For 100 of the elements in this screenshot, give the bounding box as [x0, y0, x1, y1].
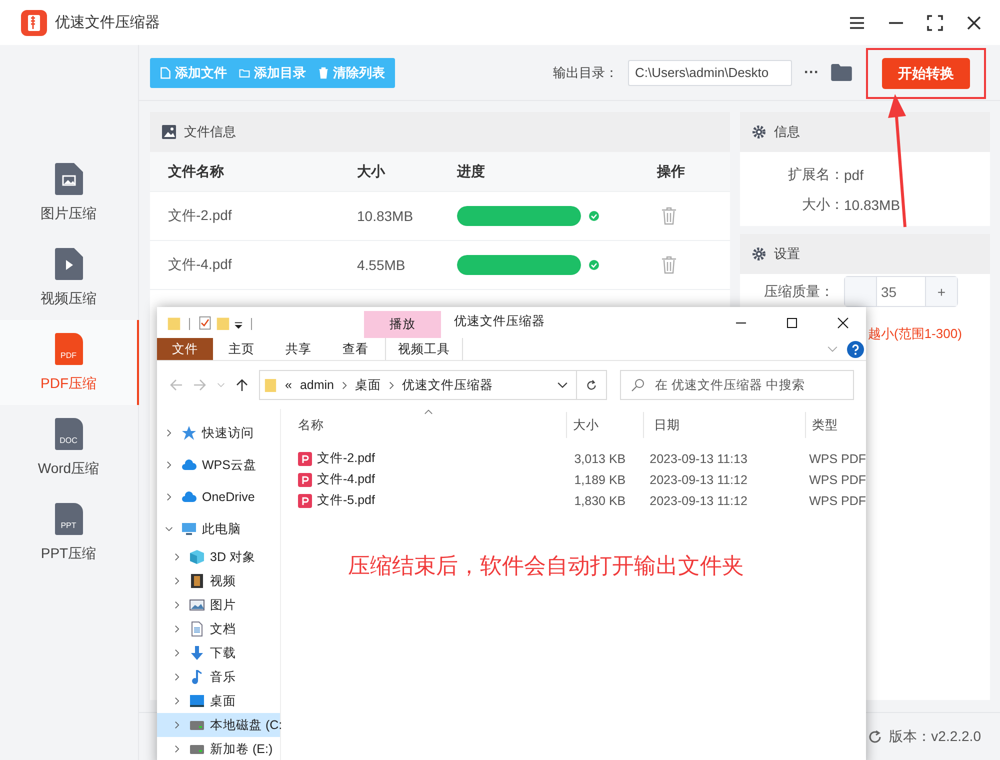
expander-icon[interactable] [165, 429, 173, 437]
expander-icon[interactable] [173, 553, 181, 561]
more-button[interactable]: ··· [798, 63, 825, 82]
maximize-icon[interactable] [786, 317, 798, 329]
video-file-icon [54, 248, 82, 280]
field-label: 扩展名： [787, 166, 844, 184]
refresh-icon[interactable] [867, 728, 884, 744]
document-icon: PDF [54, 332, 82, 364]
ribbon-tab[interactable]: 文件 [157, 338, 213, 360]
sidebar-label: Word压缩 [38, 460, 100, 478]
chevron-down-icon[interactable] [827, 346, 838, 352]
ribbon-tab[interactable]: 视频工具 [385, 338, 463, 360]
ribbon-tab[interactable]: 查看 [327, 338, 384, 360]
sidebar-label: 视频压缩 [40, 290, 96, 308]
annotation-text: 压缩结束后，软件会自动打开输出文件夹 [348, 552, 745, 580]
up-arrow-icon[interactable] [235, 378, 249, 392]
nav-item[interactable]: 文档 [157, 617, 280, 641]
sidebar-label: PDF压缩 [40, 374, 96, 392]
image-file-icon [54, 162, 82, 194]
sidebar-item[interactable]: 视频压缩 [0, 235, 139, 320]
column-header[interactable]: 日期 [644, 412, 806, 438]
file-type: WPS PDF [808, 494, 866, 508]
refresh-icon [585, 378, 598, 392]
nav-item[interactable]: 此电脑 [157, 513, 280, 545]
expander-icon[interactable] [165, 493, 173, 501]
address-bar[interactable]: « admin 桌面 优速文件压缩器 [259, 370, 577, 400]
file-date: 2023-09-13 11:12 [648, 494, 748, 508]
field-value: 10.83MB [844, 197, 900, 213]
expander-icon[interactable] [173, 649, 181, 657]
pc-icon [181, 521, 197, 537]
nav-item[interactable]: 新加卷 (E:) [157, 737, 280, 760]
panel-title: 文件信息 [184, 123, 236, 141]
breadcrumb-chevron-icon [389, 380, 394, 390]
column-header: 操作 [657, 162, 685, 180]
nav-item[interactable]: 图片 [157, 593, 280, 617]
sidebar-item[interactable]: PPT PPT压缩 [0, 490, 139, 575]
ribbon-tab[interactable]: 主页 [213, 338, 270, 360]
expander-icon[interactable] [165, 525, 173, 533]
expander-icon[interactable] [173, 577, 181, 585]
checklist-icon[interactable] [198, 314, 212, 332]
table-cell-text: 文件-2.pdf [168, 207, 233, 225]
file-name[interactable]: 文件-5.pdf [317, 492, 375, 509]
nav-item[interactable]: 快速访问 [157, 417, 280, 449]
field-label: 压缩质量： [763, 282, 834, 300]
breadcrumb-chevron-icon [342, 380, 347, 390]
expander-icon[interactable] [173, 673, 181, 681]
sidebar-label: PPT压缩 [40, 544, 96, 562]
hint-text: 越小(范围1-300) [868, 325, 962, 343]
nav-item[interactable]: 下载 [157, 641, 280, 665]
dropdown-icon[interactable] [234, 320, 243, 329]
search-field[interactable]: 在 优速文件压缩器 中搜索 [620, 370, 854, 400]
ribbon-tab[interactable]: 共享 [270, 338, 327, 360]
table-cell-text: 10.83MB [357, 208, 414, 224]
sidebar-item[interactable]: DOC Word压缩 [0, 405, 139, 490]
document-icon: PPT [54, 502, 82, 534]
column-header[interactable]: 大小 [567, 412, 644, 438]
sidebar-item[interactable]: PDF PDF压缩 [0, 320, 139, 405]
output-path-field[interactable]: C:\Users\admin\Deskto [628, 60, 792, 86]
file-date: 2023-09-13 11:12 [648, 472, 748, 486]
fullscreen-icon[interactable] [925, 12, 945, 32]
file-type: WPS PDF [808, 452, 866, 466]
help-icon[interactable] [847, 340, 864, 358]
start-button[interactable]: 开始转换 [882, 58, 970, 89]
expander-icon[interactable] [173, 601, 181, 609]
expander-icon[interactable] [173, 745, 181, 753]
folder-icon [239, 66, 250, 78]
panel-title: 信息 [774, 123, 800, 141]
nav-item[interactable]: WPS云盘 [157, 449, 280, 481]
sidebar-label: 图片压缩 [40, 204, 96, 222]
refresh-button[interactable] [577, 370, 607, 400]
sidebar-item[interactable]: 图片压缩 [0, 150, 139, 235]
quality-stepper[interactable]: 35 + [844, 276, 958, 307]
nav-item[interactable]: 桌面 [157, 689, 280, 713]
desktop-icon [189, 693, 205, 709]
expander-icon[interactable] [173, 721, 181, 729]
column-header: 文件名称 [168, 162, 225, 180]
close-icon[interactable] [837, 317, 849, 329]
folder-icon[interactable] [831, 64, 852, 81]
nav-item[interactable]: 视频 [157, 569, 280, 593]
column-header[interactable]: 类型 [806, 412, 866, 438]
document-icon [189, 621, 205, 637]
app-logo-icon [21, 10, 47, 36]
file-name[interactable]: 文件-2.pdf [317, 450, 375, 467]
cloud-icon [181, 457, 197, 473]
gear-icon [752, 125, 766, 139]
expander-icon[interactable] [173, 697, 181, 705]
trash-icon [318, 66, 329, 78]
field-label: 大小： [801, 196, 844, 214]
expander-icon[interactable] [165, 461, 173, 469]
file-date: 2023-09-13 11:13 [648, 452, 748, 466]
file-name[interactable]: 文件-4.pdf [317, 471, 375, 488]
nav-item[interactable]: OneDrive [157, 481, 280, 513]
nav-item[interactable]: 3D 对象 [157, 545, 280, 569]
expander-icon[interactable] [173, 625, 181, 633]
nav-item[interactable]: 音乐 [157, 665, 280, 689]
field-value: pdf [844, 167, 864, 183]
nav-item[interactable]: 本地磁盘 (C: [157, 713, 280, 737]
column-header: 大小 [357, 162, 386, 180]
star-icon [181, 425, 197, 441]
column-header[interactable]: 名称 [281, 412, 567, 438]
